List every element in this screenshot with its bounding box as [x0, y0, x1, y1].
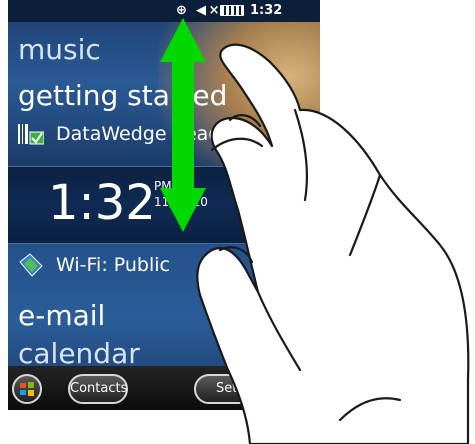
swipe-arrow-icon [160, 18, 206, 232]
